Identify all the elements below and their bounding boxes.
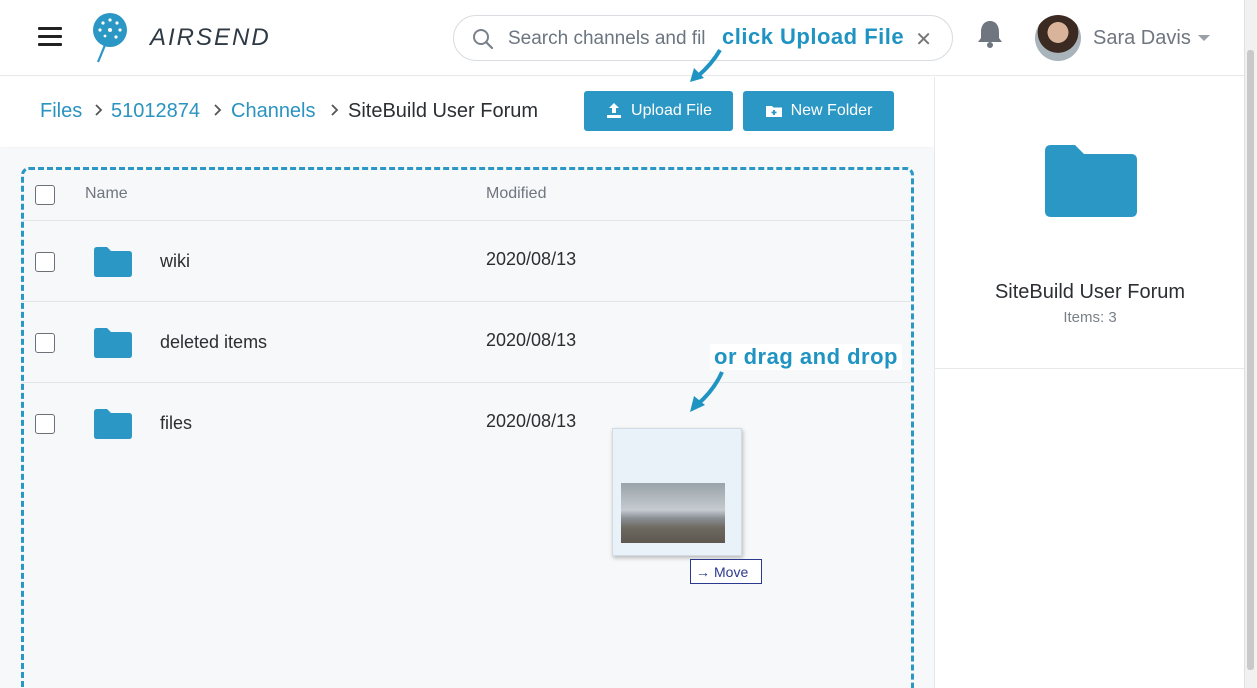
drag-tooltip: → Move [690,559,762,584]
panel-title: SiteBuild User Forum [994,281,1186,303]
airsend-logo-icon [93,13,127,63]
upload-file-label: Upload File [631,102,712,119]
search-icon [473,29,494,50]
divider [935,368,1245,369]
new-folder-label: New Folder [790,102,873,119]
brand-name: AIRSEND [150,24,271,51]
breadcrumb-files[interactable]: Files [40,100,82,123]
drag-preview [612,428,742,556]
breadcrumb-workspace[interactable]: 51012874 [111,100,200,123]
app-root: AIRSEND ✕ Sara Davis Files 51012874 Chan… [0,0,1257,688]
drag-tooltip-label: Move [714,563,749,580]
file-modified: 2020/08/13 [486,411,577,431]
folder-icon [94,409,132,439]
user-name[interactable]: Sara Davis [1093,27,1191,50]
chevron-right-icon [331,104,339,116]
upload-icon [607,103,622,118]
breadcrumb-current: SiteBuild User Forum [348,100,539,122]
table-row[interactable]: wiki 2020/08/13 [22,220,912,301]
bell-icon[interactable] [976,19,1004,49]
menu-icon[interactable] [38,27,62,47]
arrow-down-left-icon [690,371,724,412]
row-checkbox[interactable] [35,252,55,272]
file-modified: 2020/08/13 [486,249,577,269]
folder-icon [94,247,132,277]
close-icon[interactable]: ✕ [915,27,932,52]
file-list-area: Name Modified wiki 2020/08/13 deleted it… [0,148,934,688]
top-header: AIRSEND ✕ Sara Davis [0,0,1244,76]
upload-file-button[interactable]: Upload File [584,91,733,131]
details-panel: SiteBuild User Forum Items: 3 [934,77,1245,688]
drag-hint-annotation: or drag and drop [710,344,902,370]
panel-item-count: Items: 3 [1063,309,1117,326]
files-toolbar: Files 51012874 Channels SiteBuild User F… [0,77,934,147]
row-checkbox[interactable] [35,414,55,434]
upload-hint-annotation: click Upload File [718,24,909,50]
column-header-modified[interactable]: Modified [486,185,546,203]
new-folder-button[interactable]: New Folder [743,91,894,131]
avatar[interactable] [1035,15,1081,61]
chevron-right-icon [214,104,222,116]
scrollbar-thumb[interactable] [1247,50,1254,670]
folder-add-icon [765,106,782,117]
breadcrumb-channels[interactable]: Channels [231,100,316,123]
arrow-right-icon: → [696,563,710,580]
select-all-checkbox[interactable] [35,185,55,205]
file-name[interactable]: files [160,413,192,434]
file-name[interactable]: wiki [160,251,190,272]
folder-icon [1045,145,1137,217]
table-row[interactable]: files 2020/08/13 [22,382,912,463]
column-header-name[interactable]: Name [85,185,128,203]
file-name[interactable]: deleted items [160,332,267,353]
row-checkbox[interactable] [35,333,55,353]
image-thumbnail [621,483,725,543]
chevron-down-icon[interactable] [1198,35,1210,41]
folder-icon [94,328,132,358]
chevron-right-icon [95,104,103,116]
file-modified: 2020/08/13 [486,330,577,350]
arrow-down-left-icon [690,48,722,82]
